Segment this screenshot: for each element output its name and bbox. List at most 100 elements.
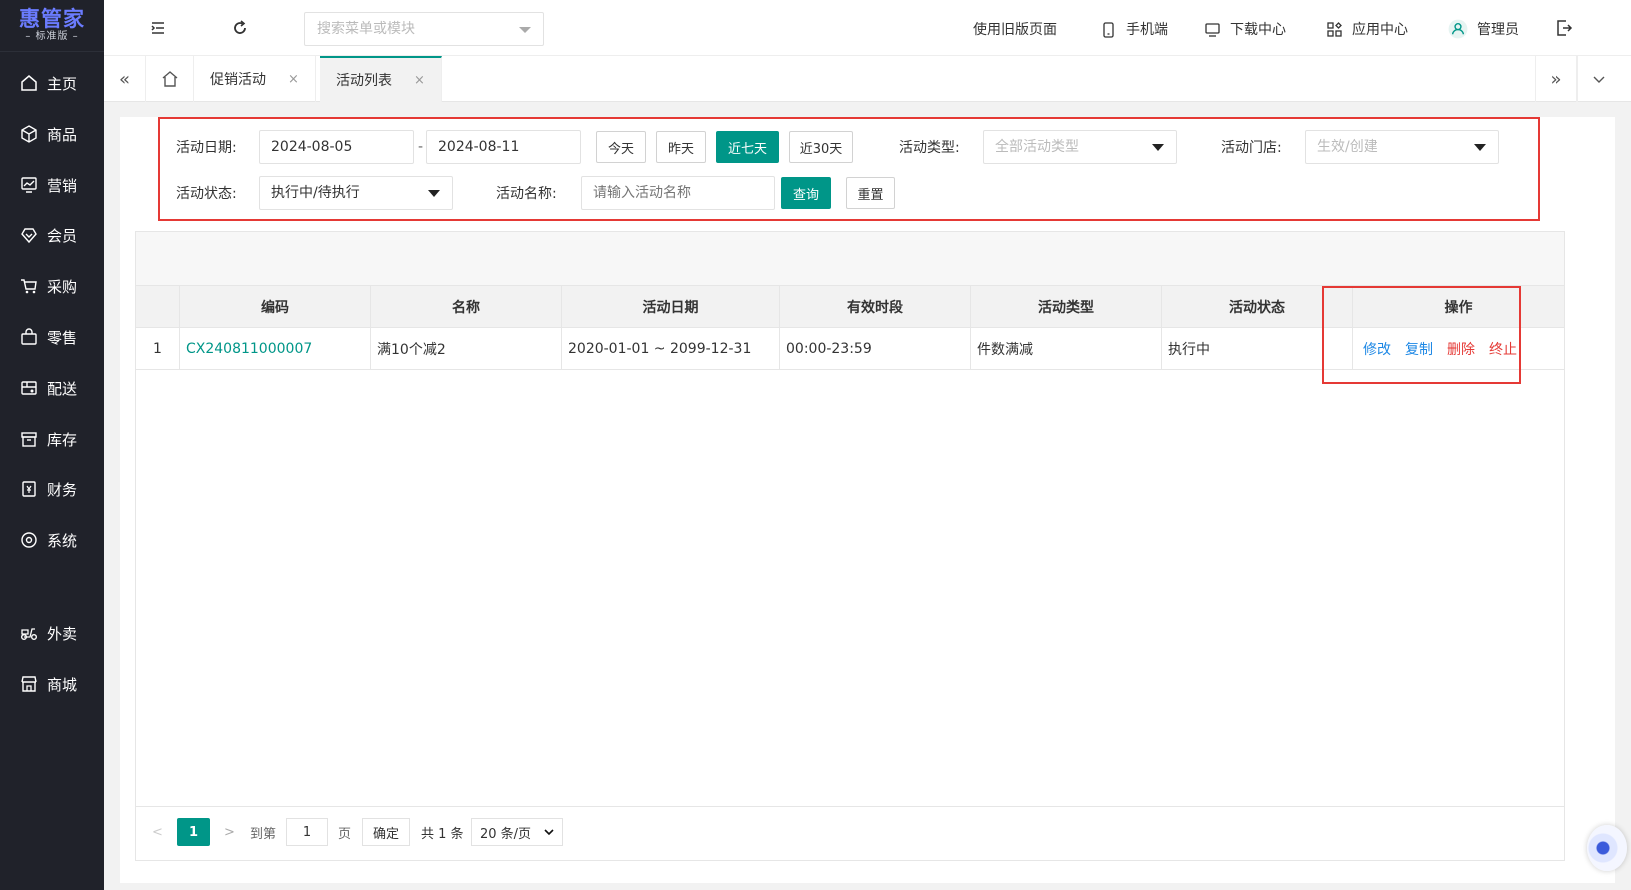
activity-status-select[interactable]: 执行中/待执行 [259, 176, 453, 210]
tab-label: 促销活动 [210, 72, 266, 88]
tab-activity-list[interactable]: 活动列表 × [320, 56, 442, 102]
menu-search-select[interactable]: 搜索菜单或模块 [304, 12, 544, 46]
sidebar-item-marketing[interactable]: 营销 [0, 165, 104, 205]
header-status[interactable]: 活动状态 [1162, 286, 1353, 327]
chart-monitor-icon [21, 177, 37, 193]
caret-down-icon [1474, 144, 1486, 151]
close-icon[interactable]: × [414, 73, 425, 88]
chevron-down-icon [1593, 76, 1604, 83]
mobile-link[interactable]: 手机端 [1100, 18, 1168, 40]
menu-collapse-icon[interactable] [148, 18, 168, 38]
logo-edition: – 标准版 – [25, 30, 79, 42]
sidebar-item-purchase[interactable]: 采购 [0, 266, 104, 306]
sidebar-item-goods[interactable]: 商品 [0, 114, 104, 154]
reset-button[interactable]: 重置 [846, 177, 895, 209]
store-icon [21, 676, 37, 692]
refresh-icon[interactable] [230, 18, 250, 38]
logo[interactable]: 惠管家 – 标准版 – [0, 0, 104, 52]
copy-button[interactable]: 复制 [1405, 339, 1433, 359]
status-label: 活动状态: [176, 186, 237, 202]
prev-page-button[interactable]: < [152, 818, 163, 846]
close-icon[interactable]: × [288, 72, 299, 87]
date-separator: - [418, 139, 424, 155]
delivery-icon [21, 381, 37, 395]
tabs-scroll-right-button[interactable]: » [1535, 56, 1577, 102]
chevron-down-icon [519, 27, 531, 33]
sidebar-item-label: 采购 [47, 277, 78, 296]
tabs-scroll-left-button[interactable]: « [104, 56, 146, 102]
date-label: 活动日期: [176, 140, 237, 156]
app-center-label: 应用中心 [1352, 22, 1408, 38]
sidebar-item-label: 财务 [47, 480, 78, 499]
row-index: 1 [136, 328, 180, 369]
floating-assistant-icon[interactable] [1587, 825, 1627, 871]
header-type[interactable]: 活动类型 [971, 286, 1162, 327]
app-center-link[interactable]: 应用中心 [1326, 18, 1408, 40]
tab-label: 活动列表 [336, 73, 392, 89]
sidebar-item-retail[interactable]: 零售 [0, 317, 104, 357]
filter-panel: 活动日期: 2024-08-05 - 2024-08-11 今天 昨天 近七天 … [158, 117, 1540, 221]
header-code[interactable]: 编码 [180, 286, 371, 327]
row-time: 00:00-23:59 [780, 328, 971, 369]
activity-code-link[interactable]: CX240811000007 [186, 341, 312, 357]
last-30-days-button[interactable]: 近30天 [789, 131, 853, 163]
inventory-icon [21, 432, 37, 447]
download-center-link[interactable]: 下载中心 [1204, 18, 1286, 40]
table-row: 1 CX240811000007 满10个减2 2020-01-01 ~ 209… [136, 328, 1564, 370]
yesterday-button[interactable]: 昨天 [656, 131, 706, 163]
sidebar-item-system[interactable]: 系统 [0, 520, 104, 560]
tabs-bar: « 促销活动 × 活动列表 × » [104, 56, 1631, 102]
download-center-label: 下载中心 [1230, 22, 1286, 38]
date-start-input[interactable]: 2024-08-05 [259, 130, 414, 164]
activity-store-value: 生效/创建 [1317, 139, 1378, 155]
goto-page-input[interactable]: 1 [286, 818, 328, 846]
sidebar-item-finance[interactable]: 财务 [0, 469, 104, 509]
date-end-input[interactable]: 2024-08-11 [426, 130, 581, 164]
goto-confirm-button[interactable]: 确定 [362, 818, 410, 846]
per-page-select[interactable]: 20 条/页 [471, 818, 563, 846]
sidebar-item-label: 外卖 [47, 624, 78, 643]
user-menu[interactable]: 管理员 [1448, 18, 1519, 40]
today-button[interactable]: 今天 [596, 131, 646, 163]
header-index [136, 286, 180, 327]
double-chevron-right-icon: » [1550, 68, 1562, 90]
delete-button[interactable]: 删除 [1447, 339, 1475, 359]
sidebar-item-label: 配送 [47, 379, 78, 398]
sidebar-item-inventory[interactable]: 库存 [0, 419, 104, 459]
double-chevron-left-icon: « [118, 68, 130, 90]
sidebar-item-mall[interactable]: 商城 [0, 664, 104, 704]
logo-text: 惠管家 [19, 6, 85, 31]
tab-promotion[interactable]: 促销活动 × [194, 56, 316, 102]
sidebar-item-home[interactable]: 主页 [0, 63, 104, 103]
header-date[interactable]: 活动日期 [562, 286, 780, 327]
current-page[interactable]: 1 [177, 818, 210, 846]
activity-type-select[interactable]: 全部活动类型 [983, 130, 1177, 164]
scooter-icon [21, 628, 37, 640]
sidebar-item-delivery[interactable]: 配送 [0, 368, 104, 408]
tabs-menu-button[interactable] [1577, 56, 1619, 102]
apps-grid-icon [1327, 21, 1342, 37]
activity-status-value: 执行中/待执行 [271, 185, 360, 201]
activity-store-select[interactable]: 生效/创建 [1305, 130, 1499, 164]
row-operations: 修改 复制 删除 终止 [1353, 328, 1564, 369]
sidebar-item-member[interactable]: 会员 [0, 215, 104, 255]
row-date: 2020-01-01 ~ 2099-12-31 [562, 328, 780, 369]
header-name[interactable]: 名称 [371, 286, 562, 327]
edit-button[interactable]: 修改 [1363, 339, 1391, 359]
user-avatar-icon [1448, 19, 1468, 39]
last-7-days-button[interactable]: 近七天 [716, 131, 779, 163]
tab-home[interactable] [146, 56, 194, 102]
activity-name-input[interactable] [581, 176, 775, 210]
old-version-link[interactable]: 使用旧版页面 [973, 18, 1057, 40]
pagination: < 1 > 到第 1 页 确定 共 1 条 20 条/页 [136, 806, 1564, 860]
table-header: 编码 名称 活动日期 有效时段 活动类型 活动状态 操作 [136, 286, 1564, 328]
row-status: 执行中 [1162, 328, 1353, 369]
stop-button[interactable]: 终止 [1489, 339, 1517, 359]
mobile-label: 手机端 [1126, 22, 1168, 38]
query-button[interactable]: 查询 [781, 177, 831, 209]
logout-icon[interactable] [1554, 18, 1574, 38]
next-page-button[interactable]: > [224, 818, 235, 846]
header-time[interactable]: 有效时段 [780, 286, 971, 327]
sidebar-item-takeout[interactable]: 外卖 [0, 613, 104, 653]
type-label: 活动类型: [899, 140, 960, 156]
